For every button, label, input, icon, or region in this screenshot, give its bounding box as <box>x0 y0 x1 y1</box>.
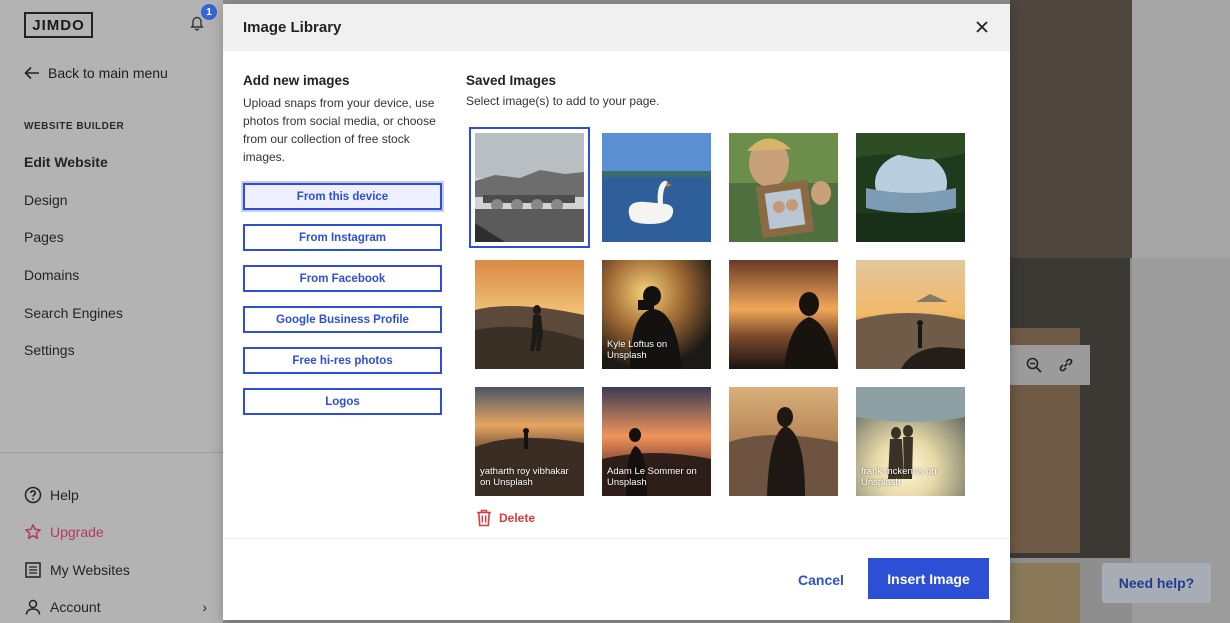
saved-image-thumb[interactable] <box>729 260 838 369</box>
bell-icon[interactable] <box>189 16 205 32</box>
account-label: Account <box>50 599 101 616</box>
image-credit: frank mckenna on Unsplash <box>861 466 937 488</box>
delete-label: Delete <box>499 511 536 525</box>
sidebar-item-account[interactable]: Account › <box>24 589 207 623</box>
add-new-images-description: Upload snaps from your device, use photo… <box>243 96 436 164</box>
sidebar-item-domains[interactable]: Domains <box>24 263 123 301</box>
saved-image-thumb[interactable] <box>729 387 838 496</box>
zoom-out-icon[interactable] <box>1026 357 1042 373</box>
from-instagram-button[interactable]: From Instagram <box>243 224 442 251</box>
add-new-images-panel: Add new images Upload snaps from your de… <box>243 73 443 429</box>
runner-sunset-photo <box>475 260 584 369</box>
background-panel <box>1132 0 1230 258</box>
saved-image-thumb[interactable]: yatharth roy vibhakar on Unsplash <box>475 387 584 496</box>
modal-footer: Cancel Insert Image <box>223 538 1010 620</box>
section-label: WEBSITE BUILDER <box>24 121 125 132</box>
modal-title: Image Library <box>243 19 342 36</box>
image-credit: yatharth roy vibhakar on Unsplash <box>480 466 569 488</box>
modal-header: Image Library <box>223 4 1010 51</box>
saved-image-thumb[interactable] <box>856 260 965 369</box>
saved-image-thumb[interactable]: Kyle Loftus on Unsplash <box>602 260 711 369</box>
sidebar: JIMDO 1 Back to main menu WEBSITE BUILDE… <box>0 0 223 623</box>
from-this-device-button[interactable]: From this device <box>243 183 442 210</box>
saved-image-thumb[interactable]: frank mckenna on Unsplash <box>856 387 965 496</box>
help-label: Help <box>50 486 79 503</box>
image-library-modal: Image Library Add new images Upload snap… <box>223 4 1010 620</box>
saved-image-thumb[interactable] <box>856 133 965 242</box>
google-business-profile-button[interactable]: Google Business Profile <box>243 306 442 333</box>
background-image-block <box>1010 0 1132 258</box>
chevron-right-icon: › <box>202 599 207 616</box>
link-icon[interactable] <box>1058 357 1074 373</box>
swan-photo <box>602 133 711 242</box>
image-credit: Kyle Loftus on Unsplash <box>607 339 668 361</box>
sidebar-item-help[interactable]: Help <box>24 476 207 514</box>
delete-button[interactable]: Delete <box>476 509 535 527</box>
my-websites-label: My Websites <box>50 561 130 578</box>
help-icon <box>24 486 42 503</box>
person-on-rock-photo <box>856 260 965 369</box>
logos-button[interactable]: Logos <box>243 388 442 415</box>
saved-images-heading: Saved Images <box>466 73 557 88</box>
saved-image-thumb[interactable]: Adam Le Sommer on Unsplash <box>602 387 711 496</box>
need-help-button[interactable]: Need help? <box>1102 563 1211 603</box>
man-with-frame-photo <box>729 133 838 242</box>
back-label: Back to main menu <box>48 65 168 81</box>
forest-lake-photo <box>856 133 965 242</box>
bridge-town-photo <box>475 133 584 242</box>
background-image-block <box>1010 563 1080 623</box>
sidebar-item-search-engines[interactable]: Search Engines <box>24 301 123 339</box>
saved-image-thumb[interactable] <box>729 133 838 242</box>
sidebar-item-upgrade[interactable]: Upgrade <box>24 514 207 552</box>
sidebar-nav: Edit Website Design Pages Domains Search… <box>24 150 123 376</box>
saved-image-thumb[interactable] <box>475 260 584 369</box>
add-new-images-heading: Add new images <box>243 73 350 88</box>
man-valley-photo <box>729 387 838 496</box>
sidebar-item-pages[interactable]: Pages <box>24 225 123 263</box>
arrow-left-icon <box>24 66 39 80</box>
notification-badge: 1 <box>201 4 217 20</box>
insert-image-button[interactable]: Insert Image <box>868 558 989 599</box>
from-facebook-button[interactable]: From Facebook <box>243 265 442 292</box>
image-toolbar <box>1010 345 1090 385</box>
websites-list-icon <box>25 562 41 578</box>
sidebar-item-design[interactable]: Design <box>24 188 123 226</box>
sidebar-item-edit-website[interactable]: Edit Website <box>24 150 123 188</box>
user-icon <box>25 600 41 615</box>
saved-images-description: Select image(s) to add to your page. <box>466 94 660 108</box>
saved-image-thumb[interactable] <box>475 133 584 242</box>
image-credit: Adam Le Sommer on Unsplash <box>607 466 697 488</box>
sidebar-item-settings[interactable]: Settings <box>24 338 123 376</box>
close-icon[interactable] <box>972 17 992 37</box>
back-to-main-menu-link[interactable]: Back to main menu <box>24 65 168 81</box>
sidebar-item-my-websites[interactable]: My Websites <box>24 551 207 589</box>
sidebar-bottom-nav: Help Upgrade My Websites Account › <box>24 476 207 623</box>
free-hi-res-photos-button[interactable]: Free hi-res photos <box>243 347 442 374</box>
star-icon <box>25 524 41 540</box>
saved-images-panel: Saved Images Select image(s) to add to y… <box>466 73 986 496</box>
saved-image-thumb[interactable] <box>602 133 711 242</box>
jimdo-logo[interactable]: JIMDO <box>24 12 93 38</box>
sidebar-divider <box>0 452 223 453</box>
cancel-button[interactable]: Cancel <box>798 572 844 588</box>
upgrade-label: Upgrade <box>50 524 104 541</box>
trash-icon <box>477 509 491 527</box>
man-silhouette-sunset-photo <box>729 260 838 369</box>
